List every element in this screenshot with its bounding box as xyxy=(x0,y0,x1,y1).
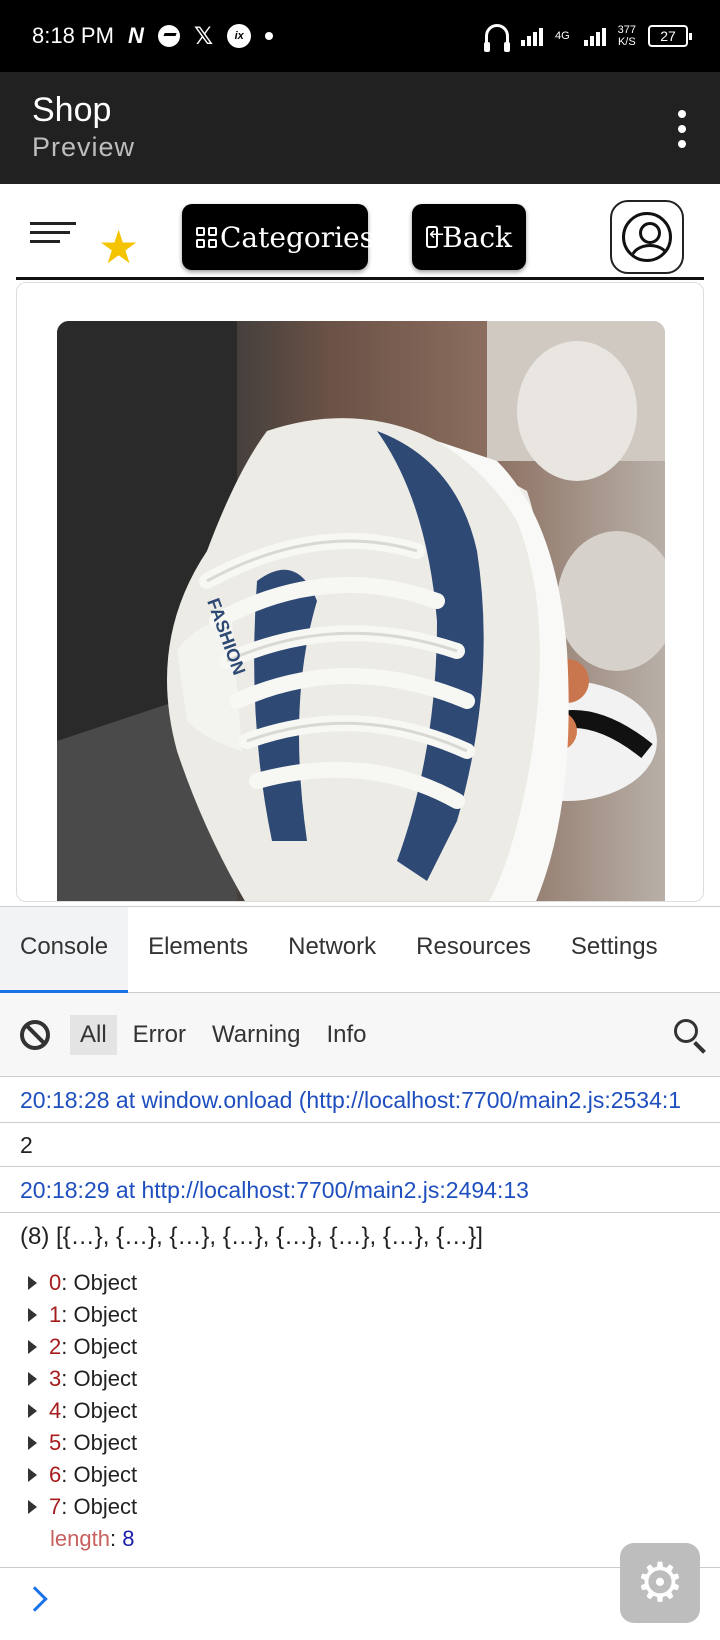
list-item[interactable]: 7: Object xyxy=(28,1491,720,1523)
product-image[interactable]: FASHION xyxy=(57,321,665,901)
list-item[interactable]: 4: Object xyxy=(28,1395,720,1427)
network-type: 4G xyxy=(554,29,570,42)
item-value: Object xyxy=(73,1430,138,1455)
expand-triangle-icon xyxy=(28,1404,37,1418)
item-value: Object xyxy=(73,1462,138,1487)
speed-value: 377 xyxy=(617,24,636,36)
item-value: Object xyxy=(73,1270,138,1295)
item-key: 5 xyxy=(49,1430,62,1455)
battery-icon: 27 xyxy=(648,25,692,47)
console-input[interactable] xyxy=(0,1567,720,1640)
hamburger-menu-icon[interactable] xyxy=(30,222,76,244)
more-notifications-icon xyxy=(265,32,274,40)
console-tabs: Console Elements Network Resources Setti… xyxy=(0,906,720,993)
item-value: Object xyxy=(73,1366,138,1391)
list-item[interactable]: 1: Object xyxy=(28,1299,720,1331)
sneaker-illustration: FASHION xyxy=(57,321,665,901)
item-key: 7 xyxy=(49,1494,62,1519)
user-icon xyxy=(622,212,672,262)
categories-label: Categories xyxy=(220,220,374,254)
item-value: Object xyxy=(73,1334,138,1359)
item-key: 0 xyxy=(49,1270,62,1295)
headset-icon xyxy=(483,24,510,52)
x-app-icon: 𝕏 xyxy=(193,22,214,50)
notification-icons: N 𝕏 ix xyxy=(127,22,274,51)
tab-network[interactable]: Network xyxy=(268,907,396,993)
object-list: 0: Object 1: Object 2: Object 3: Object … xyxy=(0,1261,720,1555)
account-button[interactable] xyxy=(610,200,684,274)
search-icon[interactable] xyxy=(674,1019,698,1043)
length-row: length: 8 xyxy=(50,1526,135,1551)
star-icon[interactable]: ★ xyxy=(98,224,139,270)
filter-all[interactable]: All xyxy=(70,1014,117,1055)
length-value: 8 xyxy=(122,1526,135,1551)
expand-triangle-icon xyxy=(28,1500,37,1514)
filter-warning[interactable]: Warning xyxy=(202,1015,310,1055)
status-time: 8:18 PM xyxy=(32,23,114,48)
item-key: 1 xyxy=(49,1302,62,1327)
expand-triangle-icon xyxy=(28,1308,37,1322)
expand-triangle-icon xyxy=(28,1436,37,1450)
filter-info[interactable]: Info xyxy=(317,1015,377,1055)
item-key: 2 xyxy=(49,1334,62,1359)
back-icon xyxy=(426,224,444,248)
status-bar: 8:18 PM N 𝕏 ix 4G 377 K/S 27 xyxy=(0,0,720,72)
tab-resources[interactable]: Resources xyxy=(396,907,551,993)
devtools-settings-button[interactable]: ⚙ xyxy=(620,1543,700,1623)
tab-settings[interactable]: Settings xyxy=(551,907,678,993)
tab-elements[interactable]: Elements xyxy=(128,907,268,993)
filter-error[interactable]: Error xyxy=(123,1015,196,1055)
item-value: Object xyxy=(73,1494,138,1519)
network-speed: 377 K/S xyxy=(618,24,636,48)
list-item[interactable]: 6: Object xyxy=(28,1459,720,1491)
expand-triangle-icon xyxy=(28,1340,37,1354)
item-key: 4 xyxy=(49,1398,62,1423)
web-nav: ★ Categories Back xyxy=(16,184,704,280)
item-value: Object xyxy=(73,1302,138,1327)
dev-console: Console Elements Network Resources Setti… xyxy=(0,906,720,1640)
filter-bar: All Error Warning Info xyxy=(0,993,720,1077)
n-app-icon: N xyxy=(127,23,144,48)
log-source-2[interactable]: 20:18:29 at http://localhost:7700/main2.… xyxy=(0,1167,720,1213)
list-item[interactable]: 0: Object xyxy=(28,1267,720,1299)
ix-app-icon: ix xyxy=(227,24,252,48)
item-key: 3 xyxy=(49,1366,62,1391)
more-vert-icon[interactable] xyxy=(678,110,686,148)
signal-icon xyxy=(520,26,543,46)
system-icons: 4G 377 K/S 27 xyxy=(483,24,692,52)
signal-icon-2 xyxy=(583,26,606,46)
log-source-1[interactable]: 20:18:28 at window.onload (http://localh… xyxy=(0,1077,720,1123)
item-key: 6 xyxy=(49,1462,62,1487)
speed-unit: K/S xyxy=(617,36,636,48)
product-card: FASHION xyxy=(16,282,704,902)
clear-console-icon[interactable] xyxy=(20,1019,50,1050)
app-subtitle: Preview xyxy=(32,132,136,162)
log-value-1: 2 xyxy=(0,1123,720,1167)
app-bar: Shop Preview xyxy=(0,72,720,184)
gear-icon: ⚙ xyxy=(635,1551,685,1614)
expand-triangle-icon xyxy=(28,1276,37,1290)
expand-triangle-icon xyxy=(28,1468,37,1482)
list-item[interactable]: 2: Object xyxy=(28,1331,720,1363)
list-item[interactable]: 5: Object xyxy=(28,1427,720,1459)
item-value: Object xyxy=(73,1398,138,1423)
length-key: length xyxy=(50,1526,110,1551)
back-label: Back xyxy=(442,220,512,254)
expand-triangle-icon xyxy=(28,1372,37,1386)
grid-icon xyxy=(196,226,217,248)
back-button[interactable]: Back xyxy=(412,204,526,270)
messenger-icon xyxy=(157,25,180,47)
app-title: Shop xyxy=(32,91,112,129)
log-array-summary[interactable]: (8) [{…}, {…}, {…}, {…}, {…}, {…}, {…}, … xyxy=(0,1213,720,1261)
categories-button[interactable]: Categories xyxy=(182,204,374,270)
chevron-right-icon xyxy=(22,1586,48,1612)
list-item[interactable]: 3: Object xyxy=(28,1363,720,1395)
tab-console[interactable]: Console xyxy=(0,906,129,993)
